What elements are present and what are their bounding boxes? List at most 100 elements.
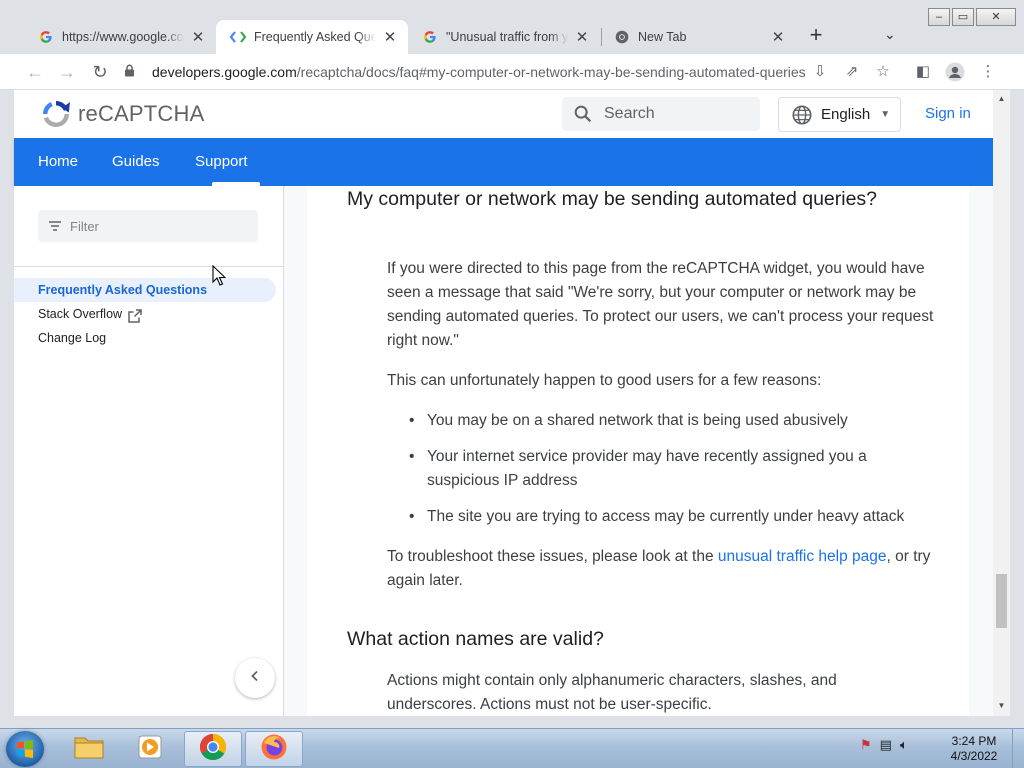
tab-title: Frequently Asked Questions (254, 30, 376, 44)
forward-arrow-icon[interactable]: → (56, 61, 78, 83)
back-arrow-icon[interactable]: ← (24, 61, 46, 83)
window-frame-bottom (0, 716, 1024, 728)
network-icon[interactable]: ▤ (880, 737, 892, 753)
install-app-icon[interactable]: ⇩ (810, 62, 830, 82)
paragraph-directed: If you were directed to this page from t… (387, 260, 934, 349)
window-controls: – ▭ ✕ (928, 8, 1016, 26)
window-frame-left (0, 90, 14, 716)
scroll-down-arrow-icon[interactable]: ▼ (993, 697, 1010, 714)
nav-support[interactable]: Support (195, 153, 248, 170)
side-panel-icon[interactable]: ◧ (913, 62, 933, 82)
site-nav: Home Guides Support (14, 138, 993, 186)
volume-icon[interactable]: 🔈︎ (900, 737, 908, 753)
tab-new-tab[interactable]: New Tab ✕ (600, 20, 796, 54)
browser-tab-strip: https://www.google.com ✕ Frequently Aske… (0, 0, 1024, 54)
url-host: developers.google.com (152, 64, 297, 80)
sidebar-item-change-log[interactable]: Change Log (14, 326, 276, 350)
close-icon[interactable]: ✕ (770, 28, 786, 46)
scroll-up-arrow-icon[interactable]: ▲ (993, 90, 1010, 107)
external-link-icon (128, 307, 142, 323)
browser-toolbar: ← → ↻ developers.google.com/recaptcha/do… (0, 54, 1024, 90)
list-item: The site you are trying to access may be… (387, 505, 937, 529)
sidebar-item-faq[interactable]: Frequently Asked Questions (14, 278, 276, 302)
recaptcha-logo[interactable]: reCAPTCHA (40, 98, 205, 130)
menu-kebab-icon[interactable]: ⋮ (978, 62, 998, 82)
left-sidebar: Frequently Asked Questions Stack Overflo… (14, 186, 284, 716)
clock-time: 3:24 PM (951, 734, 997, 748)
nav-home[interactable]: Home (38, 153, 78, 170)
reload-icon[interactable]: ↻ (89, 61, 111, 83)
paragraph-reasons: This can unfortunately happen to good us… (387, 372, 822, 389)
action-center-flag-icon[interactable]: ⚑ (860, 737, 872, 753)
tab-title: "Unusual traffic from your computer netw… (446, 30, 568, 44)
sidebar-item-label: Frequently Asked Questions (38, 283, 208, 297)
search-icon (572, 103, 594, 125)
media-player-icon (136, 733, 164, 766)
tab-unusual-traffic[interactable]: "Unusual traffic from your computer netw… (408, 20, 600, 54)
sign-in-link[interactable]: Sign in (925, 105, 971, 122)
heading-automated-queries: My computer or network may be sending au… (347, 188, 878, 210)
globe-icon (791, 104, 813, 126)
taskbar-explorer[interactable] (60, 731, 118, 767)
tab-title: New Tab (638, 30, 687, 44)
sidebar-item-stack-overflow[interactable]: Stack Overflow (14, 302, 276, 326)
language-selector[interactable]: English ▼ (778, 97, 901, 132)
search-input[interactable] (604, 105, 744, 123)
google-g-icon (422, 29, 438, 45)
taskbar-firefox[interactable] (245, 731, 303, 767)
system-tray: ⚑ ▤ 🔈︎ (860, 737, 908, 753)
new-tab-plus-icon[interactable]: + (805, 24, 827, 46)
close-icon[interactable]: ✕ (382, 28, 398, 46)
minimize-button[interactable]: – (928, 8, 950, 26)
chevron-left-icon (249, 669, 261, 687)
article-body: My computer or network may be sending au… (307, 186, 969, 716)
url-path: /recaptcha/docs/faq#my-computer-or-netwo… (296, 64, 806, 80)
recaptcha-logo-icon (40, 98, 72, 130)
profile-avatar-icon[interactable] (945, 62, 965, 82)
bookmark-star-icon[interactable]: ☆ (873, 62, 893, 82)
site-header: reCAPTCHA English ▼ Sign in (14, 90, 993, 138)
filter-input[interactable] (70, 218, 250, 234)
sidebar-divider (14, 266, 283, 267)
windows-taskbar: ⚑ ▤ 🔈︎ 3:24 PM 4/3/2022 (0, 728, 1024, 768)
developers-code-icon (230, 29, 246, 45)
page-scrollbar[interactable]: ▲ ▼ (993, 90, 1010, 716)
tab-search-chevron-icon[interactable]: ⌄ (884, 26, 896, 43)
tab-google[interactable]: https://www.google.com ✕ (24, 20, 216, 54)
close-window-button[interactable]: ✕ (976, 8, 1016, 26)
paragraph-troubleshoot: To troubleshoot these issues, please loo… (387, 545, 937, 593)
site-search[interactable] (562, 97, 760, 131)
list-item: Your internet service provider may have … (387, 445, 937, 493)
show-desktop-button[interactable] (1012, 729, 1024, 768)
chrome-icon (614, 29, 630, 45)
tab-title: https://www.google.com (62, 30, 184, 44)
close-icon[interactable]: ✕ (574, 28, 590, 46)
sidebar-filter[interactable] (38, 210, 258, 242)
share-icon[interactable]: ⇗ (842, 62, 862, 82)
maximize-button[interactable]: ▭ (952, 8, 974, 26)
scroll-thumb[interactable] (996, 574, 1007, 628)
paragraph-actions: Actions might contain only alphanumeric … (387, 672, 837, 713)
logo-text: reCAPTCHA (78, 101, 205, 126)
filter-icon (48, 219, 62, 233)
list-item: You may be on a shared network that is b… (387, 409, 937, 433)
windows-logo-icon (16, 740, 34, 758)
unusual-traffic-help-link[interactable]: unusual traffic help page (718, 548, 887, 565)
collapse-sidebar-button[interactable] (235, 658, 275, 698)
start-button[interactable] (6, 731, 44, 767)
chrome-icon (198, 732, 228, 767)
taskbar-clock[interactable]: 3:24 PM 4/3/2022 (944, 734, 1004, 764)
window-frame-right (1010, 90, 1024, 728)
language-label: English (821, 106, 871, 123)
firefox-icon (259, 732, 289, 767)
close-icon[interactable]: ✕ (190, 28, 206, 46)
url-text: developers.google.com/recaptcha/docs/faq… (152, 64, 904, 80)
tab-faq[interactable]: Frequently Asked Questions ✕ (216, 20, 408, 54)
taskbar-media-player[interactable] (121, 731, 179, 767)
clock-date: 4/3/2022 (950, 749, 998, 763)
address-bar[interactable]: developers.google.com/recaptcha/docs/faq… (124, 57, 904, 87)
sidebar-item-label: Change Log (38, 331, 107, 345)
nav-guides[interactable]: Guides (112, 153, 160, 170)
taskbar-chrome[interactable] (184, 731, 242, 767)
lock-icon (124, 64, 138, 80)
